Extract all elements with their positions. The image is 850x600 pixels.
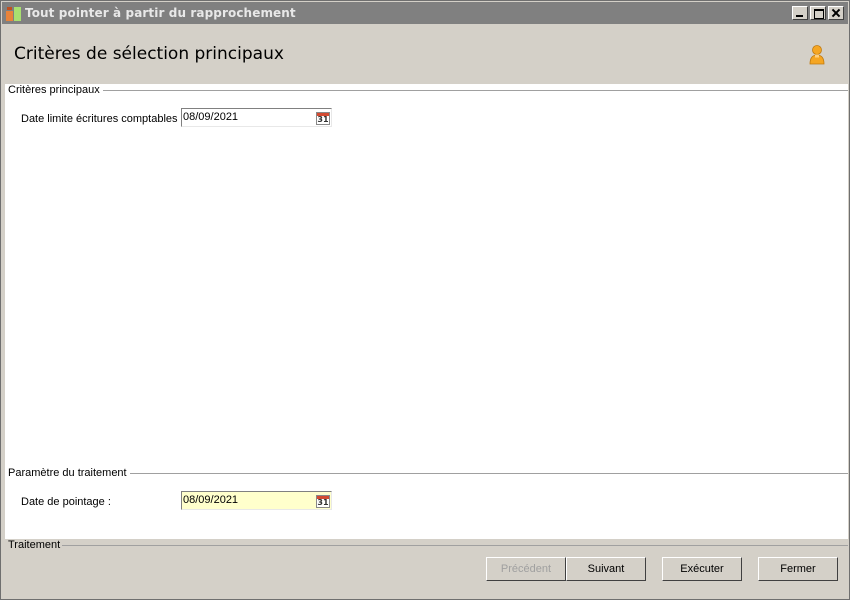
page-title: Critères de sélection principaux <box>14 44 284 64</box>
user-icon[interactable] <box>808 44 826 66</box>
criteria-panel: Critères principaux Date limite écriture… <box>5 84 848 539</box>
pointing-date-value: 08/09/2021 <box>183 494 239 506</box>
date-limit-field[interactable]: 08/09/2021 31 <box>181 108 332 127</box>
window-title: Tout pointer à partir du rapprochement <box>25 6 296 20</box>
next-button[interactable]: Suivant <box>566 557 646 581</box>
calendar-icon[interactable]: 31 <box>316 495 330 508</box>
previous-button[interactable]: Précédent <box>486 557 566 581</box>
pointing-date-field[interactable]: 08/09/2021 31 <box>181 491 332 510</box>
pointing-date-label: Date de pointage : <box>21 496 111 508</box>
group-label-processing-params: Paramètre du traitement <box>8 467 130 479</box>
maximize-icon[interactable] <box>810 6 826 20</box>
group-divider <box>123 473 848 474</box>
page-header: Critères de sélection principaux <box>2 24 848 84</box>
main-window: Tout pointer à partir du rapprochement C… <box>0 0 850 600</box>
group-divider <box>95 90 848 91</box>
minimize-icon[interactable] <box>792 6 808 20</box>
date-limit-label: Date limite écritures comptables : <box>21 113 184 125</box>
footer-bar: Traitement Précédent Suivant Exécuter Fe… <box>2 539 848 599</box>
title-bar[interactable]: Tout pointer à partir du rapprochement <box>2 2 848 24</box>
footer-label: Traitement <box>8 539 63 551</box>
app-icon <box>6 5 22 21</box>
window-controls <box>792 6 844 20</box>
calendar-icon[interactable]: 31 <box>316 112 330 125</box>
close-button[interactable]: Fermer <box>758 557 838 581</box>
group-label-main-criteria: Critères principaux <box>8 84 103 96</box>
footer-divider <box>60 545 848 546</box>
execute-button[interactable]: Exécuter <box>662 557 742 581</box>
close-icon[interactable] <box>828 6 844 20</box>
date-limit-value: 08/09/2021 <box>183 111 239 123</box>
